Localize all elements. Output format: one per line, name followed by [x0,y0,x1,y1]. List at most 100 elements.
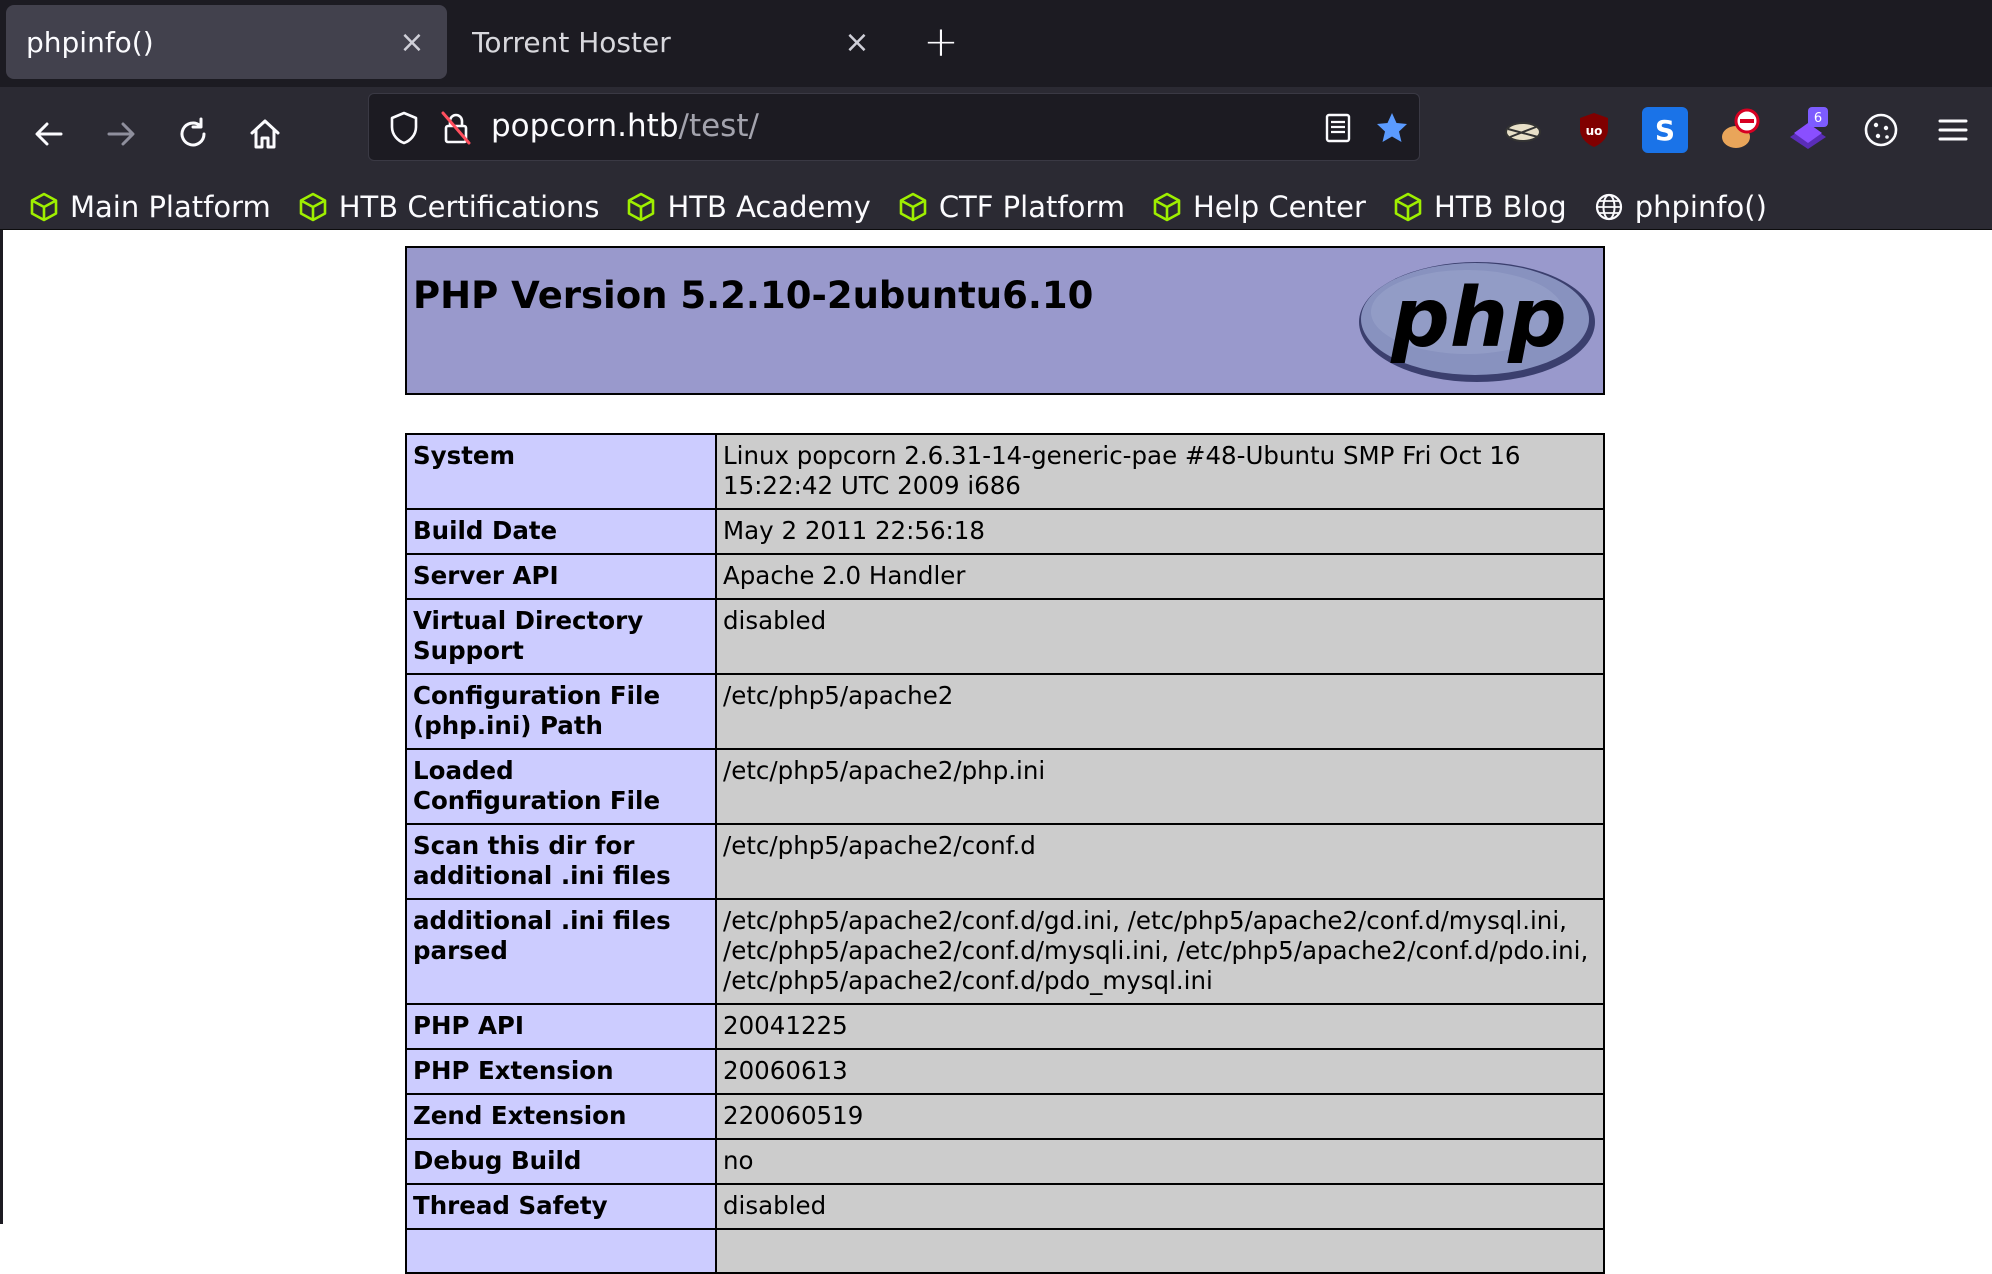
table-row: Scan this dir for additional .ini files … [405,823,1605,900]
info-key: PHP Extension [405,1048,717,1095]
user-agent-switcher-icon[interactable] [1500,107,1546,153]
info-value: /etc/php5/apache2/conf.d [715,823,1605,900]
ublock-origin-icon[interactable]: uo [1571,107,1617,153]
info-key: System [405,433,717,510]
back-arrow-icon [35,122,63,146]
insecure-lock-icon[interactable] [437,109,475,147]
info-key: Build Date [405,508,717,555]
table-row: Build Date May 2 2011 22:56:18 [405,508,1605,555]
info-key: Thread Safety [405,1183,717,1230]
back-button[interactable] [20,105,78,163]
info-value: no [715,1138,1605,1185]
info-key: Virtual Directory Support [405,598,717,675]
php-info-table: System Linux popcorn 2.6.31-14-generic-p… [405,433,1605,1274]
cookie-icon[interactable] [1858,107,1904,153]
php-logo-text: php [1390,271,1567,366]
bookmark-label: HTB Academy [667,190,871,224]
tab-strip: phpinfo() × Torrent Hoster × + [0,0,1992,87]
htb-cube-icon [1153,192,1181,222]
php-logo[interactable]: php [1357,260,1597,384]
bookmark-main-platform[interactable]: Main Platform [18,181,281,233]
table-row: System Linux popcorn 2.6.31-14-generic-p… [405,433,1605,510]
bookmark-htb-blog[interactable]: HTB Blog [1382,181,1577,233]
htb-cube-icon [628,192,655,222]
htb-cube-icon [899,192,927,222]
bookmark-label: phpinfo() [1634,190,1767,224]
info-value: disabled [715,598,1605,675]
info-key: additional .ini files parsed [405,898,717,1005]
tab-phpinfo[interactable]: phpinfo() × [6,5,447,79]
bookmark-htb-academy[interactable]: HTB Academy [615,181,880,233]
tab-title: Torrent Hoster [472,25,671,59]
info-value: Apache 2.0 Handler [715,553,1605,600]
bookmark-help-center[interactable]: Help Center [1141,181,1376,233]
info-value: May 2 2011 22:56:18 [715,508,1605,555]
info-value: 220060519 [715,1093,1605,1140]
htb-cube-icon [1394,192,1422,222]
forward-button[interactable] [92,105,150,163]
bookmark-label: Main Platform [70,190,271,224]
info-value: disabled [715,1183,1605,1230]
info-key: Configuration File (php.ini) Path [405,673,717,750]
bookmark-label: HTB Blog [1433,190,1567,224]
tab-torrent-hoster[interactable]: Torrent Hoster × [452,5,892,79]
hamburger-menu-icon[interactable] [1930,107,1976,153]
bookmark-star-icon[interactable] [1373,109,1411,147]
extension-badge-count: 6 [1814,111,1822,126]
home-icon [250,119,280,149]
bookmark-label: HTB Certifications [338,190,600,224]
url-host: popcorn.htb [491,108,679,144]
info-key: Debug Build [405,1138,717,1185]
table-row: Server API Apache 2.0 Handler [405,553,1605,600]
bookmark-label: CTF Platform [938,190,1125,224]
table-row: Thread Safety disabled [405,1183,1605,1230]
page-title: PHP Version 5.2.10-2ubuntu6.10 [413,274,1094,317]
bookmark-label: Help Center [1192,190,1366,224]
blocker-extension-icon[interactable] [1716,107,1762,153]
new-tab-button[interactable]: + [918,17,964,67]
table-row: PHP API 20041225 [405,1003,1605,1050]
url-bar[interactable]: popcorn.htb/test/ [368,93,1420,161]
info-key: PHP API [405,1003,717,1050]
info-value: 20060613 [715,1048,1605,1095]
tab-close-icon[interactable]: × [397,25,427,60]
info-key: Zend Extension [405,1093,717,1140]
url-path: /test/ [678,108,759,144]
info-key [405,1228,717,1274]
info-value [715,1228,1605,1274]
badge-extension-icon[interactable]: 6 [1786,107,1832,153]
home-button[interactable] [236,105,294,163]
htb-cube-icon [30,192,58,222]
info-value: /etc/php5/apache2 [715,673,1605,750]
reload-icon [180,117,206,147]
ublock-label: uo [1586,124,1603,138]
globe-icon [1595,193,1622,221]
info-value: Linux popcorn 2.6.31-14-generic-pae #48-… [715,433,1605,510]
table-row [405,1228,1605,1274]
reader-view-icon[interactable] [1319,109,1357,147]
table-row: Loaded Configuration File /etc/php5/apac… [405,748,1605,825]
table-row: PHP Extension 20060613 [405,1048,1605,1095]
table-row: Virtual Directory Support disabled [405,598,1605,675]
s-extension-label: S [1655,114,1675,147]
htb-cube-icon [299,192,327,222]
reload-button[interactable] [164,105,222,163]
table-row: Zend Extension 220060519 [405,1093,1605,1140]
bookmark-htb-certifications[interactable]: HTB Certifications [287,181,610,233]
info-value: 20041225 [715,1003,1605,1050]
tab-title: phpinfo() [26,25,154,59]
s-extension-icon[interactable]: S [1642,107,1688,153]
table-row: Debug Build no [405,1138,1605,1185]
url-text[interactable]: popcorn.htb/test/ [491,108,759,144]
forward-arrow-icon [107,122,135,146]
info-key: Loaded Configuration File [405,748,717,825]
php-version-header: PHP Version 5.2.10-2ubuntu6.10 php [405,246,1605,395]
tab-close-icon[interactable]: × [842,25,872,60]
tracking-protection-shield-icon[interactable] [385,109,423,147]
bookmark-phpinfo[interactable]: phpinfo() [1583,181,1777,233]
info-value: /etc/php5/apache2/conf.d/gd.ini, /etc/ph… [715,898,1605,1005]
bookmark-ctf-platform[interactable]: CTF Platform [887,181,1135,233]
info-key: Server API [405,553,717,600]
table-row: Configuration File (php.ini) Path /etc/p… [405,673,1605,750]
info-value: /etc/php5/apache2/php.ini [715,748,1605,825]
